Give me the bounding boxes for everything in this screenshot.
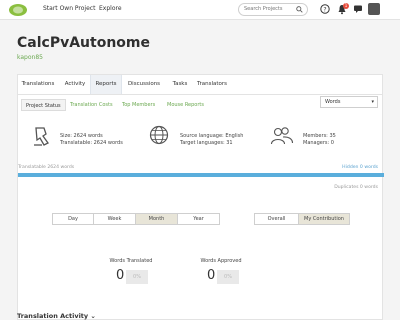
globe-icon bbox=[149, 125, 169, 145]
crowdin-logo-icon[interactable] bbox=[8, 3, 28, 17]
tab-activity[interactable]: Activity bbox=[60, 75, 90, 94]
scope-overall-button[interactable]: Overall bbox=[255, 214, 299, 224]
top-navigation-bar: Start Own Project Explore ? 1 bbox=[0, 0, 400, 20]
words-translated-value: 0 bbox=[116, 268, 125, 283]
tab-tasks[interactable]: Tasks bbox=[166, 75, 194, 94]
translation-activity-heading[interactable]: Translation Activity ⌄ bbox=[17, 312, 96, 320]
page: Start Own Project Explore ? 1 CalcPvAuto… bbox=[0, 0, 400, 320]
chevron-down-icon: ⌄ bbox=[90, 312, 96, 320]
target-languages-stat: Target languages: 31 bbox=[180, 140, 233, 146]
period-year-button[interactable]: Year bbox=[178, 214, 219, 224]
scope-selector: Overall My Contribution bbox=[254, 213, 350, 225]
members-stat: Members: 35 bbox=[303, 133, 336, 139]
tab-discussions[interactable]: Discussions bbox=[122, 75, 166, 94]
tab-translators[interactable]: Translators bbox=[194, 75, 230, 94]
project-card: Translations Activity Reports Discussion… bbox=[17, 74, 384, 320]
project-title: CalcPvAutonome bbox=[17, 35, 150, 51]
tab-reports[interactable]: Reports bbox=[90, 75, 122, 94]
notification-badge: 1 bbox=[343, 3, 349, 9]
translation-activity-label: Translation Activity bbox=[17, 312, 89, 320]
search-box[interactable] bbox=[238, 3, 308, 16]
members-icon bbox=[270, 127, 294, 145]
words-approved-percent: 0% bbox=[217, 270, 239, 284]
words-progress-fill bbox=[18, 173, 384, 177]
svg-text:?: ? bbox=[323, 6, 326, 13]
subtab-top-members[interactable]: Top Members bbox=[122, 99, 155, 111]
project-tabs: Translations Activity Reports Discussion… bbox=[18, 75, 382, 95]
project-stats: Size: 2624 words Translatable: 2624 word… bbox=[18, 117, 382, 161]
search-icon[interactable] bbox=[296, 6, 303, 13]
stamp-icon bbox=[34, 127, 49, 146]
words-approved-value: 0 bbox=[207, 268, 216, 283]
period-month-button[interactable]: Month bbox=[136, 214, 178, 224]
period-selector: Day Week Month Year bbox=[52, 213, 220, 225]
period-week-button[interactable]: Week bbox=[94, 214, 136, 224]
words-translated-percent: 0% bbox=[126, 270, 148, 284]
help-icon[interactable]: ? bbox=[320, 4, 330, 14]
source-language-stat: Source language: English bbox=[180, 133, 244, 139]
words-approved-label: Words Approved bbox=[200, 258, 242, 264]
words-progress-bar bbox=[18, 173, 384, 177]
start-own-project-link[interactable]: Start Own Project bbox=[43, 5, 95, 12]
translatable-stat: Translatable: 2624 words bbox=[60, 140, 123, 146]
unit-select[interactable]: Words ▾ bbox=[320, 96, 378, 108]
search-input[interactable] bbox=[244, 6, 294, 12]
words-translated-label: Words Translated bbox=[109, 258, 153, 264]
hidden-words-label: Hidden 0 words bbox=[342, 165, 378, 170]
subtab-mouse-reports[interactable]: Mouse Reports bbox=[167, 99, 204, 111]
user-avatar[interactable] bbox=[368, 3, 380, 15]
translatable-words-label: Translatable 2624 words bbox=[18, 165, 75, 170]
tab-translations[interactable]: Translations bbox=[18, 75, 58, 94]
unit-select-value: Words bbox=[325, 99, 341, 105]
project-owner-link[interactable]: kapon85 bbox=[17, 54, 43, 61]
messages-icon[interactable] bbox=[353, 4, 363, 14]
managers-stat: Managers: 0 bbox=[303, 140, 334, 146]
explore-link[interactable]: Explore bbox=[99, 5, 122, 12]
duplicates-words-label: Duplicates 0 words bbox=[334, 185, 378, 190]
scope-my-contribution-button[interactable]: My Contribution bbox=[299, 214, 349, 224]
subtab-project-status[interactable]: Project Status bbox=[21, 99, 66, 111]
chevron-down-icon: ▾ bbox=[371, 99, 374, 105]
subtab-translation-costs[interactable]: Translation Costs bbox=[70, 99, 113, 111]
size-stat: Size: 2624 words bbox=[60, 133, 103, 139]
period-day-button[interactable]: Day bbox=[53, 214, 94, 224]
